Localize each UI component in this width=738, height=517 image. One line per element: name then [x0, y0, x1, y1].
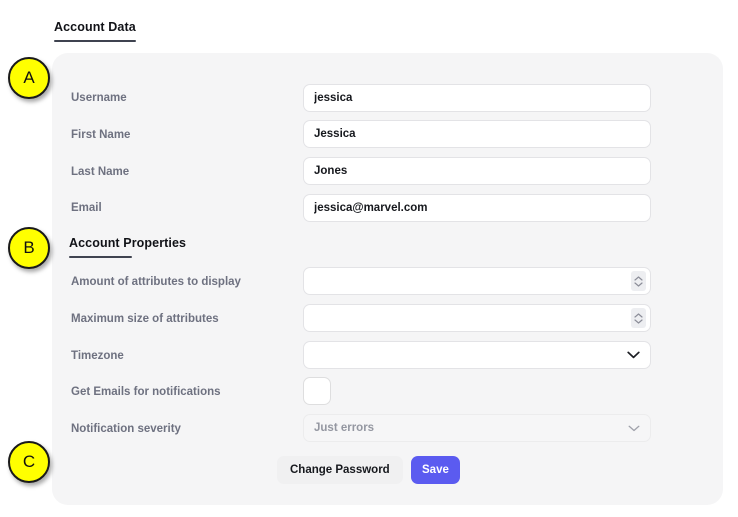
- chevron-down-icon[interactable]: [634, 318, 643, 324]
- chevron-up-icon[interactable]: [634, 275, 643, 281]
- get-emails-checkbox[interactable]: [303, 377, 331, 405]
- chevron-down-icon[interactable]: [634, 281, 643, 287]
- label-username: Username: [71, 92, 127, 104]
- notification-severity-select[interactable]: Just errors: [303, 414, 651, 442]
- section-heading-account-data: Account Data: [54, 20, 136, 34]
- label-first-name: First Name: [71, 129, 131, 141]
- section-divider-account-properties: [69, 256, 132, 258]
- label-notification-severity: Notification severity: [71, 423, 181, 435]
- first-name-input[interactable]: [303, 120, 651, 148]
- last-name-input[interactable]: [303, 157, 651, 185]
- username-input[interactable]: [303, 84, 651, 112]
- stepper-buttons[interactable]: [631, 308, 646, 328]
- email-input[interactable]: [303, 194, 651, 222]
- change-password-button[interactable]: Change Password: [277, 456, 403, 484]
- section-divider-account-data: [54, 40, 136, 42]
- section-heading-account-properties: Account Properties: [69, 236, 187, 250]
- label-maximum-size-of-attributes: Maximum size of attributes: [71, 313, 219, 325]
- annotation-badge-c: C: [8, 441, 50, 483]
- chevron-down-icon[interactable]: [628, 425, 640, 432]
- label-last-name: Last Name: [71, 166, 130, 178]
- annotation-badge-b: B: [8, 227, 50, 269]
- label-amount-of-attributes: Amount of attributes to display: [71, 276, 241, 288]
- save-button[interactable]: Save: [411, 456, 460, 484]
- chevron-up-icon[interactable]: [634, 312, 643, 318]
- maximum-size-of-attributes-stepper[interactable]: [303, 304, 651, 332]
- label-timezone: Timezone: [71, 350, 124, 362]
- amount-of-attributes-stepper[interactable]: [303, 267, 651, 295]
- stepper-buttons[interactable]: [631, 271, 646, 291]
- notification-severity-select-value: Just errors: [314, 422, 375, 434]
- timezone-select[interactable]: [303, 341, 651, 369]
- annotation-badge-a: A: [8, 57, 50, 99]
- chevron-down-icon[interactable]: [627, 351, 640, 359]
- account-settings-page: Account Data Username First Name Last Na…: [0, 0, 738, 517]
- label-email: Email: [71, 202, 102, 214]
- label-get-emails-for-notifications: Get Emails for notifications: [71, 386, 221, 398]
